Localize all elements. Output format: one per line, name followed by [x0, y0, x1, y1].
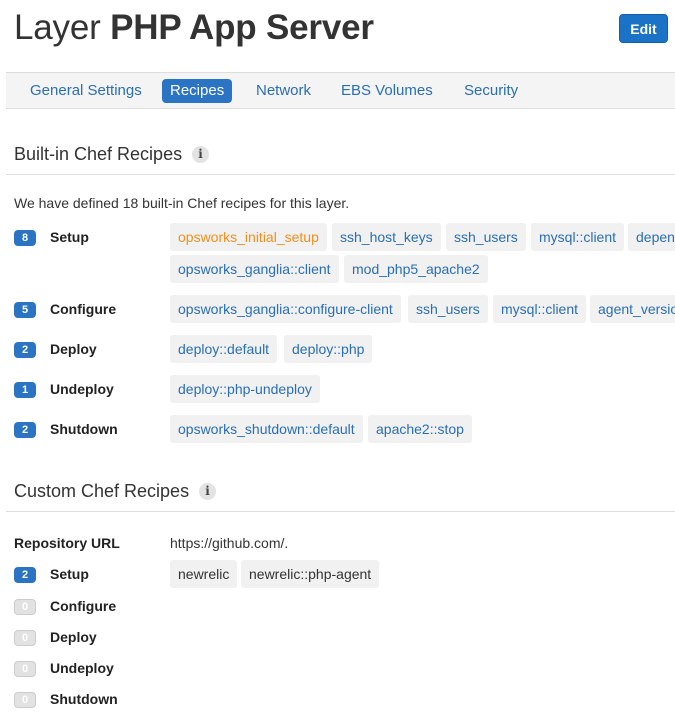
count-badge: 2 — [14, 422, 36, 438]
recipe-chip[interactable]: deploy::php-undeploy — [170, 375, 320, 403]
recipe-chip[interactable]: apache2::stop — [368, 415, 472, 443]
count-badge: 5 — [14, 302, 36, 318]
builtin-undeploy-recipes: deploy::php-undeploy — [170, 375, 675, 403]
builtin-recipes-heading: Built-in Chef Recipes i — [14, 144, 210, 165]
recipe-chip[interactable]: newrelic — [170, 560, 238, 588]
tab-recipes[interactable]: Recipes — [162, 79, 233, 103]
repository-url-label: Repository URL — [14, 535, 120, 551]
count-badge: 1 — [14, 382, 36, 398]
event-label: Shutdown — [50, 421, 118, 437]
info-icon[interactable]: i — [192, 146, 210, 163]
count-badge: 2 — [14, 342, 36, 358]
count-badge: 2 — [14, 567, 36, 583]
event-label: Undeploy — [50, 660, 114, 676]
tab-security[interactable]: Security — [456, 79, 526, 103]
edit-button[interactable]: Edit — [619, 14, 668, 43]
count-badge: 8 — [14, 230, 36, 246]
custom-recipes-heading: Custom Chef Recipes i — [14, 481, 217, 502]
recipe-chip[interactable]: opsworks_ganglia::client — [170, 255, 339, 283]
divider — [6, 174, 675, 175]
count-badge: 0 — [14, 661, 36, 677]
builtin-configure-recipes: opsworks_ganglia::configure-client ssh_u… — [170, 295, 675, 323]
recipe-chip[interactable]: agent_versio — [590, 295, 675, 323]
recipe-chip[interactable]: opsworks_initial_setup — [170, 223, 327, 251]
recipe-chip[interactable]: deploy::php — [284, 335, 373, 363]
event-label: Configure — [50, 598, 117, 614]
builtin-heading-text: Built-in Chef Recipes — [14, 144, 183, 164]
custom-setup-recipes: newrelic newrelic::php-agent — [170, 560, 675, 588]
recipe-chip[interactable]: mysql::client — [493, 295, 587, 323]
recipe-chip[interactable]: newrelic::php-agent — [241, 560, 380, 588]
count-badge: 0 — [14, 599, 36, 615]
builtin-setup-recipes: opsworks_initial_setup ssh_host_keys ssh… — [170, 223, 675, 283]
tab-bar: General Settings Recipes Network EBS Vol… — [6, 72, 675, 109]
event-label: Setup — [50, 229, 89, 245]
recipe-chip[interactable]: mod_php5_apache2 — [344, 255, 488, 283]
recipe-chip[interactable]: opsworks_shutdown::default — [170, 415, 363, 443]
tab-general-settings[interactable]: General Settings — [22, 79, 150, 103]
recipe-chip[interactable]: ssh_users — [408, 295, 488, 323]
title-layer-name: PHP App Server — [110, 8, 374, 47]
recipe-chip[interactable]: ssh_users — [446, 223, 526, 251]
recipe-chip[interactable]: depen — [628, 223, 675, 251]
event-label: Shutdown — [50, 691, 118, 707]
builtin-description: We have defined 18 built-in Chef recipes… — [14, 195, 350, 211]
recipe-chip[interactable]: ssh_host_keys — [332, 223, 441, 251]
event-label: Setup — [50, 566, 89, 582]
count-badge: 0 — [14, 630, 36, 646]
custom-heading-text: Custom Chef Recipes — [14, 481, 190, 501]
event-label: Configure — [50, 301, 117, 317]
tab-network[interactable]: Network — [248, 79, 319, 103]
recipe-chip[interactable]: mysql::client — [531, 223, 625, 251]
event-label: Deploy — [50, 629, 97, 645]
tab-ebs-volumes[interactable]: EBS Volumes — [333, 79, 441, 103]
page-title: Layer PHP App Server — [14, 4, 374, 52]
repository-url-value: https://github.com/. — [170, 535, 289, 551]
builtin-shutdown-recipes: opsworks_shutdown::default apache2::stop — [170, 415, 675, 443]
count-badge: 0 — [14, 692, 36, 708]
event-label: Deploy — [50, 341, 97, 357]
title-prefix: Layer — [14, 8, 101, 47]
builtin-deploy-recipes: deploy::default deploy::php — [170, 335, 675, 363]
divider — [6, 511, 675, 512]
info-icon[interactable]: i — [199, 483, 217, 500]
event-label: Undeploy — [50, 381, 114, 397]
recipe-chip[interactable]: deploy::default — [170, 335, 278, 363]
recipe-chip[interactable]: opsworks_ganglia::configure-client — [170, 295, 401, 323]
